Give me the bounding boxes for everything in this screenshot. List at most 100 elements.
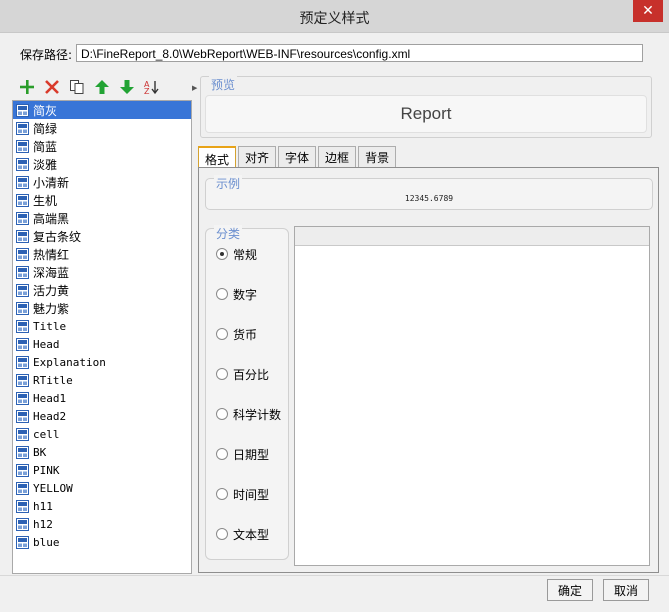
style-icon	[16, 139, 29, 153]
predefined-style-dialog: 预定义样式 ✕ 保存路径: D:\FineReport_8.0\WebRepor…	[0, 0, 669, 612]
category-option[interactable]: 日期型	[216, 445, 269, 463]
list-item-label: 深海蓝	[33, 265, 70, 280]
preview-title: 预览	[209, 76, 238, 93]
radio-button[interactable]	[216, 408, 228, 420]
list-item[interactable]: 复古条纹	[13, 227, 191, 245]
ok-button[interactable]: 确定	[547, 579, 593, 601]
radio-button[interactable]	[216, 328, 228, 340]
list-item-label: 复古条纹	[33, 229, 82, 244]
list-item-label: Title	[33, 319, 67, 333]
style-icon	[16, 499, 29, 513]
style-icon	[16, 445, 29, 459]
divider	[0, 575, 669, 576]
list-item[interactable]: 简蓝	[13, 137, 191, 155]
category-option-label: 常规	[233, 247, 258, 262]
list-item[interactable]: BK	[13, 443, 191, 461]
list-item[interactable]: 小清新	[13, 173, 191, 191]
category-option[interactable]: 科学计数	[216, 405, 281, 423]
list-item[interactable]: blue	[13, 533, 191, 551]
radio-button[interactable]	[216, 248, 228, 260]
style-toolbar: AZ	[14, 76, 196, 98]
sort-icon[interactable]: AZ	[143, 78, 161, 96]
list-item[interactable]: 活力黄	[13, 281, 191, 299]
example-group: 示例 12345.6789	[205, 175, 653, 210]
style-icon	[16, 103, 29, 117]
style-icon	[16, 409, 29, 423]
list-item[interactable]: YELLOW	[13, 479, 191, 497]
list-item-label: 魅力紫	[33, 301, 70, 316]
list-item[interactable]: Head2	[13, 407, 191, 425]
category-group: 分类 常规数字货币百分比科学计数日期型时间型文本型	[205, 225, 289, 560]
move-up-icon[interactable]	[93, 78, 111, 96]
category-option-label: 文本型	[233, 527, 270, 542]
style-icon	[16, 247, 29, 261]
radio-button[interactable]	[216, 488, 228, 500]
tab-4[interactable]: 背景	[358, 146, 397, 168]
dialog-buttons: 确定 取消	[547, 579, 649, 601]
tab-2[interactable]: 字体	[278, 146, 317, 168]
list-item[interactable]: Head	[13, 335, 191, 353]
list-item[interactable]: 简灰	[13, 101, 191, 119]
radio-button[interactable]	[216, 288, 228, 300]
category-option[interactable]: 货币	[216, 325, 257, 343]
list-item[interactable]: Title	[13, 317, 191, 335]
category-option[interactable]: 时间型	[216, 485, 269, 503]
category-option[interactable]: 常规	[216, 245, 257, 263]
radio-button[interactable]	[216, 528, 228, 540]
style-icon	[16, 301, 29, 315]
list-item[interactable]: 高端黑	[13, 209, 191, 227]
add-icon[interactable]	[18, 78, 36, 96]
category-option[interactable]: 文本型	[216, 525, 269, 543]
delete-icon[interactable]	[43, 78, 61, 96]
window-title: 预定义样式	[299, 11, 370, 27]
title-bar: 预定义样式 ✕	[0, 0, 669, 33]
list-item[interactable]: h12	[13, 515, 191, 533]
list-item-label: 小清新	[33, 175, 70, 190]
radio-button[interactable]	[216, 368, 228, 380]
style-icon	[16, 373, 29, 387]
tab-3[interactable]: 边框	[318, 146, 357, 168]
copy-icon[interactable]	[68, 78, 86, 96]
list-item[interactable]: 生机	[13, 191, 191, 209]
category-title: 分类	[214, 225, 243, 242]
style-icon	[16, 157, 29, 171]
format-list-header	[295, 227, 649, 246]
category-option[interactable]: 百分比	[216, 365, 269, 383]
cancel-button[interactable]: 取消	[603, 579, 649, 601]
style-icon	[16, 463, 29, 477]
list-item[interactable]: RTitle	[13, 371, 191, 389]
format-list[interactable]	[294, 226, 650, 566]
example-title: 示例	[214, 175, 243, 192]
list-item-label: RTitle	[33, 373, 73, 387]
list-item[interactable]: 热情红	[13, 245, 191, 263]
style-icon	[16, 283, 29, 297]
list-item-label: YELLOW	[33, 481, 73, 495]
list-item[interactable]: 淡雅	[13, 155, 191, 173]
style-icon	[16, 337, 29, 351]
list-item-label: 生机	[33, 193, 58, 208]
list-item[interactable]: Head1	[13, 389, 191, 407]
tab-1[interactable]: 对齐	[238, 146, 277, 168]
style-icon	[16, 229, 29, 243]
radio-button[interactable]	[216, 448, 228, 460]
list-item[interactable]: Explanation	[13, 353, 191, 371]
svg-text:Z: Z	[144, 87, 150, 95]
list-item[interactable]: 简绿	[13, 119, 191, 137]
list-item-label: PINK	[33, 463, 60, 477]
format-tab-content: 示例 12345.6789 分类 常规数字货币百分比科学计数日期型时间型文本型	[198, 167, 659, 573]
collapse-arrow-icon[interactable]: ▶	[192, 84, 197, 92]
list-item[interactable]: PINK	[13, 461, 191, 479]
close-button[interactable]: ✕	[633, 0, 663, 22]
list-item[interactable]: 深海蓝	[13, 263, 191, 281]
list-item[interactable]: 魅力紫	[13, 299, 191, 317]
category-option[interactable]: 数字	[216, 285, 257, 303]
move-down-icon[interactable]	[118, 78, 136, 96]
preview-box: Report	[205, 95, 647, 133]
list-item-label: Head2	[33, 409, 67, 423]
list-item[interactable]: h11	[13, 497, 191, 515]
style-icon	[16, 355, 29, 369]
preview-group: 预览 Report	[200, 76, 652, 138]
list-item[interactable]: cell	[13, 425, 191, 443]
path-input[interactable]: D:\FineReport_8.0\WebReport\WEB-INF\reso…	[76, 44, 643, 62]
list-item-label: Head	[33, 337, 60, 351]
